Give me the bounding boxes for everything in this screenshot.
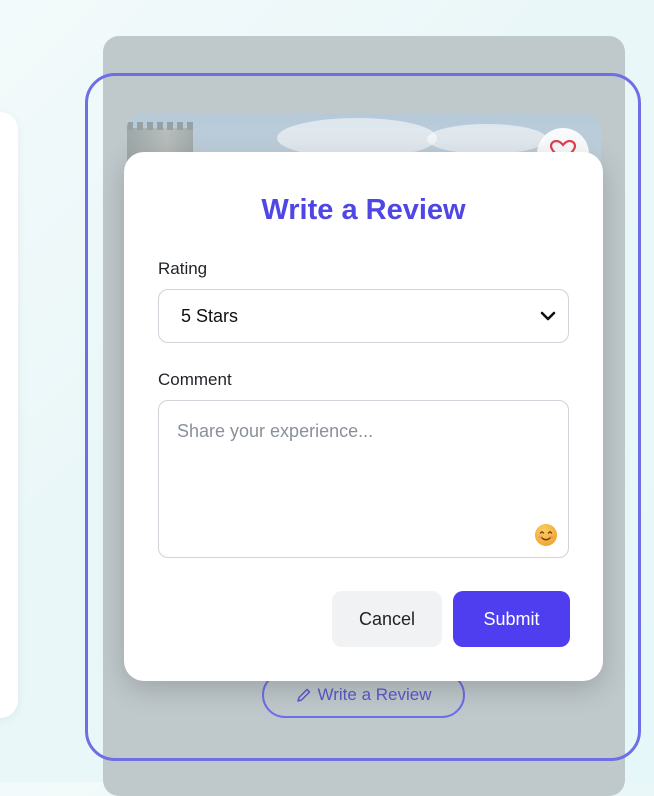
pencil-icon [296,688,310,702]
rating-label: Rating [158,259,208,278]
smiley-emoji-icon[interactable] [534,523,558,547]
cancel-button[interactable]: Cancel [332,591,442,647]
side-card [0,112,18,718]
review-modal: Write a Review Rating 5 Stars Comment Sh… [124,152,603,681]
submit-button[interactable]: Submit [453,591,570,647]
comment-textarea[interactable]: Share your experience... [158,400,569,558]
rating-selected-value: 5 Stars [181,305,239,326]
comment-label: Comment [158,370,232,389]
comment-placeholder: Share your experience... [177,421,374,441]
write-review-label: Write a Review [317,685,432,704]
chevron-down-icon [540,311,556,321]
modal-title: Write a Review [261,194,466,226]
rating-select[interactable]: 5 Stars [158,289,569,343]
